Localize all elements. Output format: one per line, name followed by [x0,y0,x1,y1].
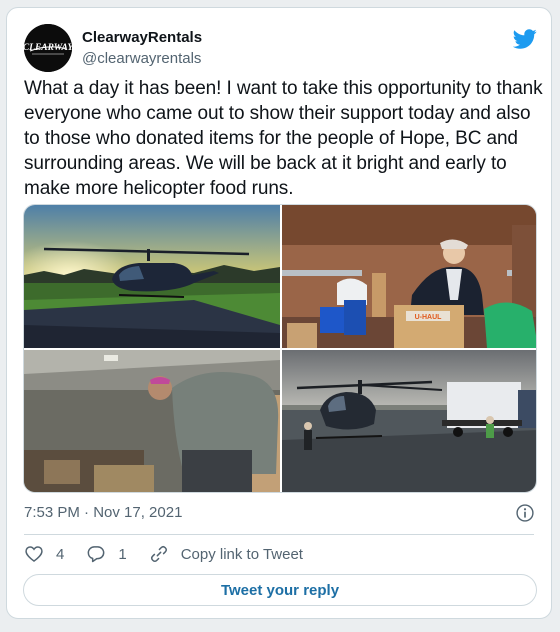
tweet-card[interactable]: CLEARWAY ClearwayRentals @clearwayrental… [6,7,552,619]
like-count: 4 [56,545,65,563]
author-display-name[interactable]: ClearwayRentals [82,29,202,46]
photo-helicopter-tarmac[interactable] [282,350,536,492]
photo-helicopter-sunset[interactable] [24,205,280,348]
svg-text:U-HAUL: U-HAUL [415,314,443,321]
svg-text:CLEARWAY: CLEARWAY [24,43,72,53]
heart-icon [25,546,43,563]
media-grid[interactable]: U-HAUL [23,204,537,493]
link-icon [150,545,167,563]
reply-bubble-icon [87,546,105,563]
reply-button[interactable]: 1 [86,544,127,564]
tweet-text: What a day it has been! I want to take t… [24,78,543,199]
divider [24,534,534,535]
tweet-timestamp[interactable]: 7:53 PM · Nov 17, 2021 [24,504,182,521]
twitter-bird-icon[interactable] [513,27,537,51]
reply-count: 1 [118,545,127,563]
avatar[interactable]: CLEARWAY [24,24,72,72]
photo-volunteers-truck[interactable] [24,350,280,492]
action-bar: 4 1 Copy link to Tweet [24,542,325,566]
author-handle[interactable]: @clearwayrentals [82,50,201,67]
clearway-logo: CLEARWAY [24,24,72,72]
like-button[interactable]: 4 [24,544,64,564]
copy-link-label: Copy link to Tweet [180,545,303,563]
info-icon[interactable] [515,503,535,523]
photo-donation-boxes[interactable]: U-HAUL [282,205,536,348]
tweet-your-reply-button[interactable]: Tweet your reply [23,574,537,606]
copy-link-button[interactable]: Copy link to Tweet [149,544,303,564]
